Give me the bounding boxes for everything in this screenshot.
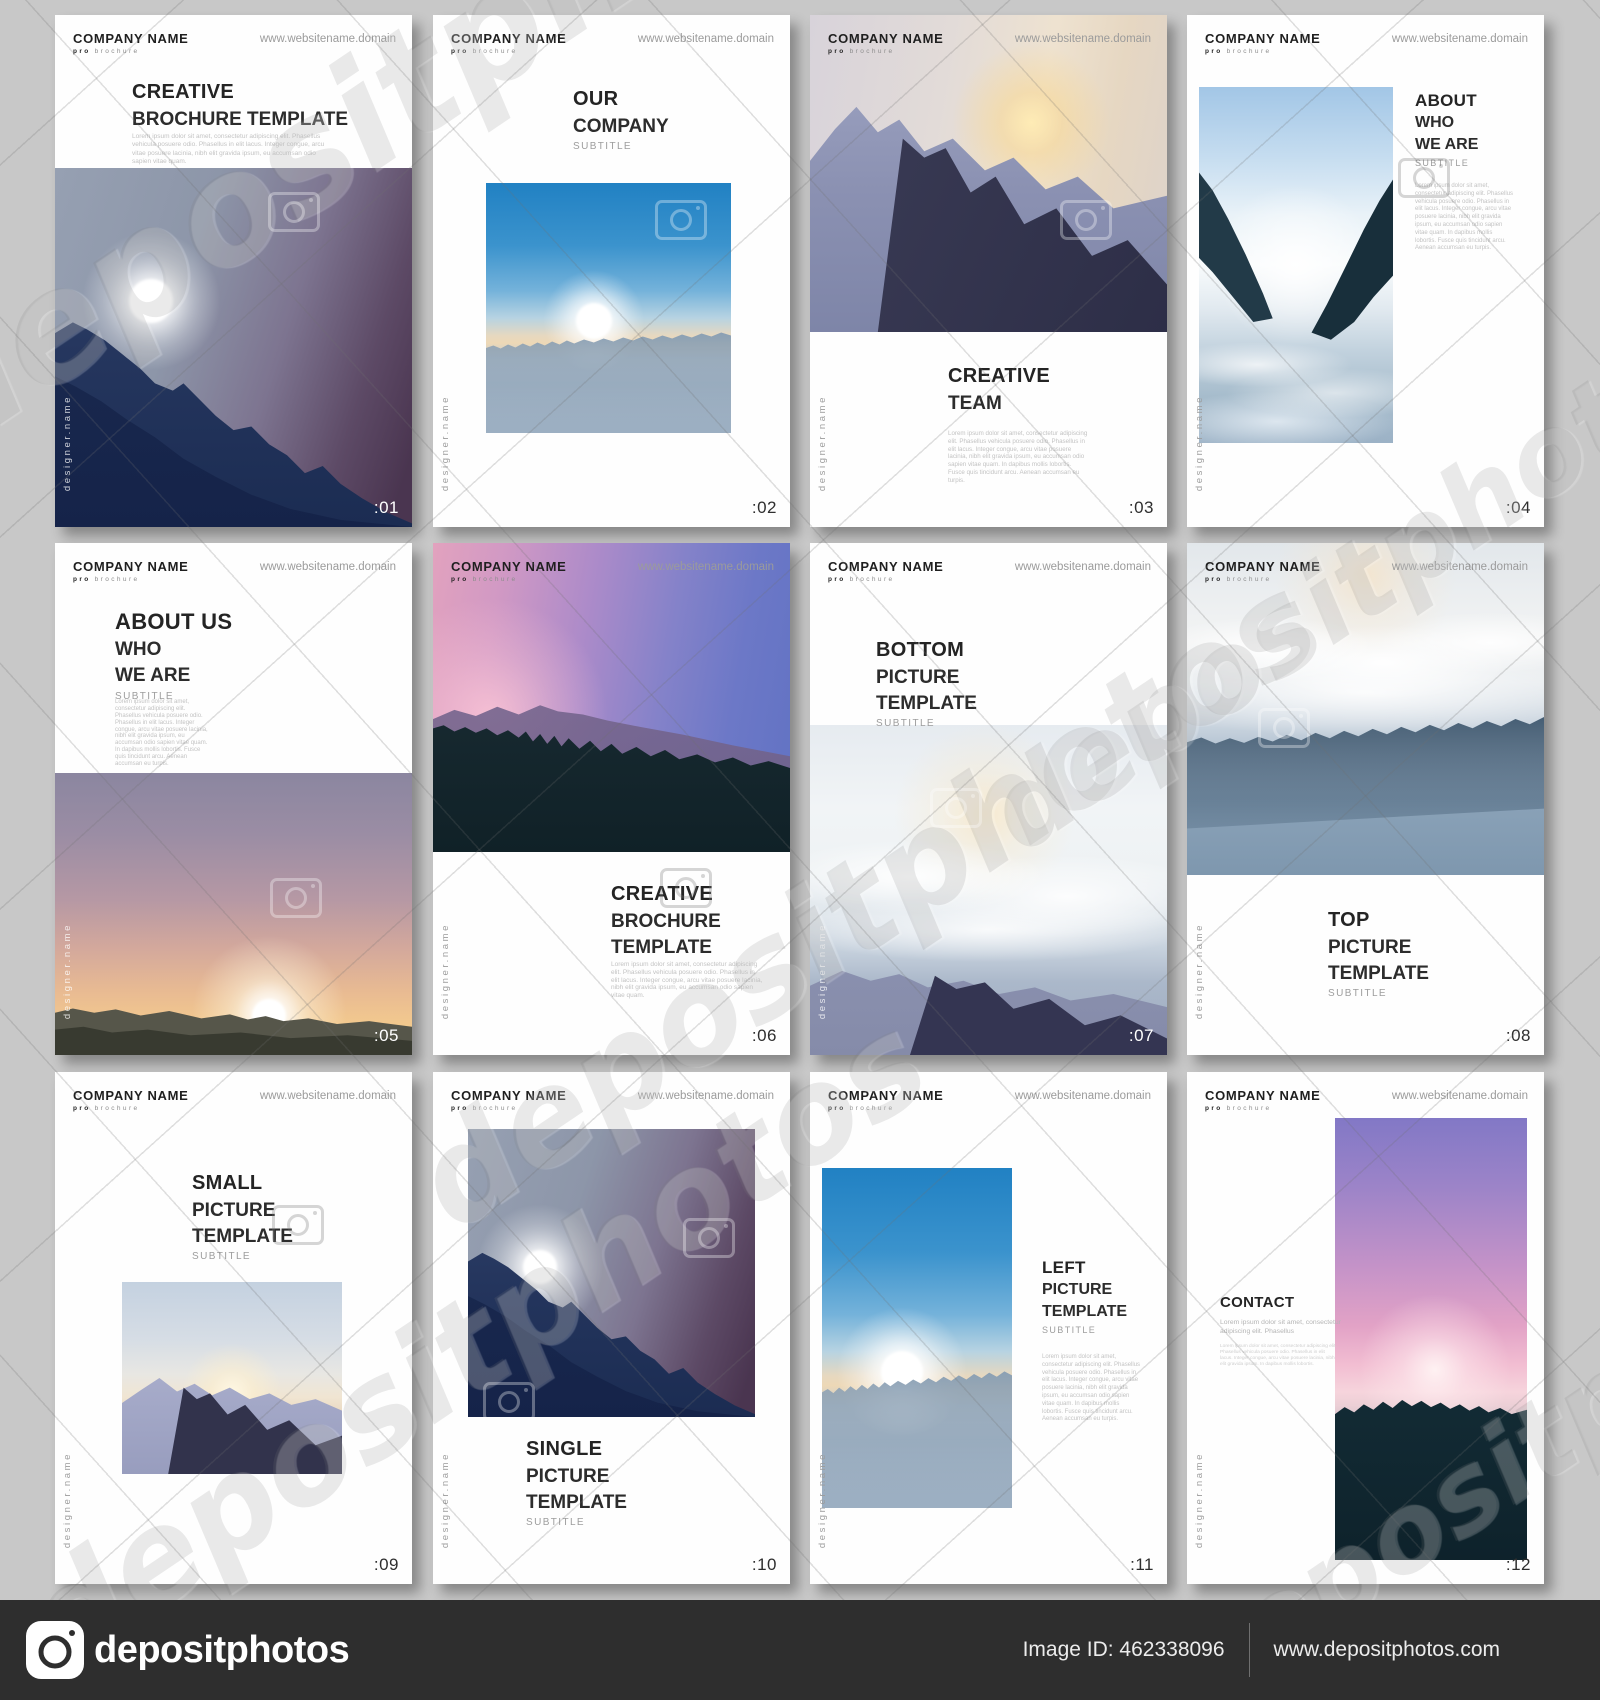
stock-preview-canvas: COMPANY NAME probrochure www.websitename…	[0, 0, 1600, 1700]
divider	[1248, 1623, 1250, 1677]
depositphotos-url: www.depositphotos.com	[1273, 1638, 1500, 1661]
depositphotos-brand-text: depositphotos	[94, 1628, 350, 1671]
depositphotos-camera-icon	[26, 1621, 84, 1679]
image-id-label: Image ID: 462338096	[1022, 1638, 1225, 1661]
camera-lens-shape	[38, 1635, 72, 1669]
camera-flash-dot	[69, 1630, 75, 1636]
watermark-guidelines	[0, 0, 1600, 1700]
depositphotos-logo: depositphotos	[26, 1621, 350, 1679]
depositphotos-footer-bar: depositphotos Image ID: 462338096 www.de…	[0, 1600, 1600, 1700]
footer-meta: Image ID: 462338096 www.depositphotos.co…	[1023, 1623, 1500, 1677]
